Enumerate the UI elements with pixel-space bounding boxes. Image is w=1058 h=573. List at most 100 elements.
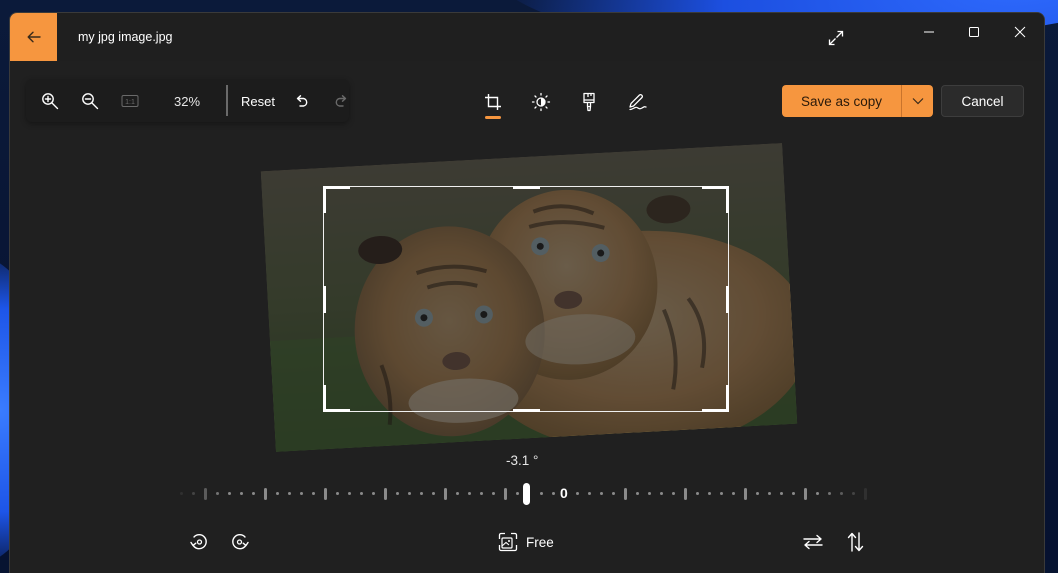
ruler-major-tick [324, 488, 327, 500]
close-button[interactable] [997, 17, 1043, 47]
ruler-minor-tick [840, 492, 843, 495]
ruler-minor-tick [672, 492, 675, 495]
flip-vertical-icon [847, 532, 864, 552]
flip-horizontal-button[interactable] [800, 528, 826, 556]
zoom-in-icon [42, 93, 59, 110]
crop-handle-bottom-left[interactable] [323, 385, 326, 412]
zoom-level[interactable]: 32% [174, 94, 200, 109]
tab-filter[interactable] [572, 85, 606, 119]
tab-crop[interactable] [476, 85, 510, 119]
ruler-minor-tick [852, 492, 855, 495]
save-as-copy-button[interactable]: Save as copy [782, 85, 901, 117]
crop-bottom-bar: Free [10, 528, 1044, 558]
ruler-minor-tick [540, 492, 543, 495]
redo-icon [335, 95, 347, 107]
crop-handle-top-right[interactable] [726, 186, 729, 213]
ruler-major-tick [744, 488, 747, 500]
ruler-minor-tick [180, 492, 183, 495]
straighten-angle-label: -3.1 ° [506, 453, 539, 468]
actual-size-button[interactable]: 1:1 [116, 87, 144, 115]
photos-editor-window: my jpg image.jpg 1:1 32% Reset Save as c… [9, 12, 1045, 573]
ruler-minor-tick [576, 492, 579, 495]
tab-adjust[interactable] [524, 85, 558, 119]
ruler-minor-tick [696, 492, 699, 495]
straighten-slider[interactable]: 0 [10, 483, 1044, 505]
ruler-minor-tick [492, 492, 495, 495]
title-bar: my jpg image.jpg [10, 13, 1044, 61]
ruler-minor-tick [828, 492, 831, 495]
ruler-minor-tick [456, 492, 459, 495]
ruler-minor-tick [420, 492, 423, 495]
crop-handle-bottom-left[interactable] [323, 409, 350, 412]
ruler-minor-tick [348, 492, 351, 495]
straighten-slider-thumb[interactable] [523, 483, 530, 505]
ruler-minor-tick [336, 492, 339, 495]
rotate-right-button[interactable] [227, 528, 253, 556]
flip-horizontal-icon [803, 534, 823, 550]
pen-markup-icon [629, 94, 647, 111]
straighten-zero-label: 0 [560, 485, 568, 501]
chevron-down-icon [912, 98, 923, 105]
crop-handle-right[interactable] [726, 286, 729, 313]
crop-handle-top[interactable] [513, 186, 540, 189]
toolbar-divider [226, 85, 228, 116]
crop-outside-dim [260, 143, 798, 452]
crop-handle-left[interactable] [323, 286, 326, 313]
ruler-minor-tick [360, 492, 363, 495]
ruler-minor-tick [276, 492, 279, 495]
ruler-minor-tick [732, 492, 735, 495]
ruler-major-tick [384, 488, 387, 500]
crop-handle-top-left[interactable] [323, 186, 326, 213]
maximize-icon [969, 27, 979, 37]
ruler-major-tick [264, 488, 267, 500]
rotated-photo-preview [260, 143, 798, 452]
ruler-minor-tick [312, 492, 315, 495]
zoom-out-button[interactable] [76, 87, 104, 115]
crop-handle-top-right[interactable] [702, 186, 729, 189]
crop-handle-bottom[interactable] [513, 409, 540, 412]
ruler-major-tick [624, 488, 627, 500]
zoom-in-button[interactable] [36, 87, 64, 115]
flip-vertical-button[interactable] [843, 528, 869, 556]
ruler-minor-tick [252, 492, 255, 495]
back-button[interactable] [10, 13, 57, 61]
ruler-minor-tick [720, 492, 723, 495]
crop-handle-bottom-right[interactable] [726, 385, 729, 412]
ruler-minor-tick [468, 492, 471, 495]
ruler-minor-tick [660, 492, 663, 495]
aspect-ratio-button[interactable]: Free [498, 528, 554, 556]
minimize-icon [924, 31, 934, 33]
ruler-minor-tick [192, 492, 195, 495]
fullscreen-button[interactable] [822, 25, 850, 51]
cancel-button[interactable]: Cancel [941, 85, 1024, 117]
minimize-button[interactable] [906, 17, 952, 47]
ruler-major-tick [504, 488, 507, 500]
redo-button[interactable] [327, 87, 355, 115]
aspect-ratio-icon [498, 532, 518, 552]
tab-markup[interactable] [620, 85, 654, 119]
undo-icon [296, 95, 308, 107]
ruler-minor-tick [288, 492, 291, 495]
ruler-major-tick [204, 488, 207, 500]
ruler-minor-tick [216, 492, 219, 495]
ruler-major-tick [804, 488, 807, 500]
ruler-minor-tick [408, 492, 411, 495]
crop-handle-bottom-right[interactable] [702, 409, 729, 412]
maximize-button[interactable] [951, 17, 997, 47]
crop-handle-top-left[interactable] [323, 186, 350, 189]
actual-size-1to1-icon: 1:1 [121, 95, 139, 107]
paintbrush-icon [583, 92, 595, 112]
save-options-dropdown[interactable] [901, 85, 933, 117]
reset-button[interactable]: Reset [233, 87, 283, 115]
ruler-minor-tick [756, 492, 759, 495]
ruler-minor-tick [708, 492, 711, 495]
svg-text:1:1: 1:1 [125, 99, 135, 106]
close-icon [1014, 26, 1026, 38]
brightness-icon [531, 92, 551, 112]
ruler-minor-tick [480, 492, 483, 495]
ruler-minor-tick [516, 492, 519, 495]
arrow-left-icon [27, 31, 41, 43]
ruler-minor-tick [612, 492, 615, 495]
rotate-left-button[interactable] [186, 528, 212, 556]
undo-button[interactable] [288, 87, 316, 115]
